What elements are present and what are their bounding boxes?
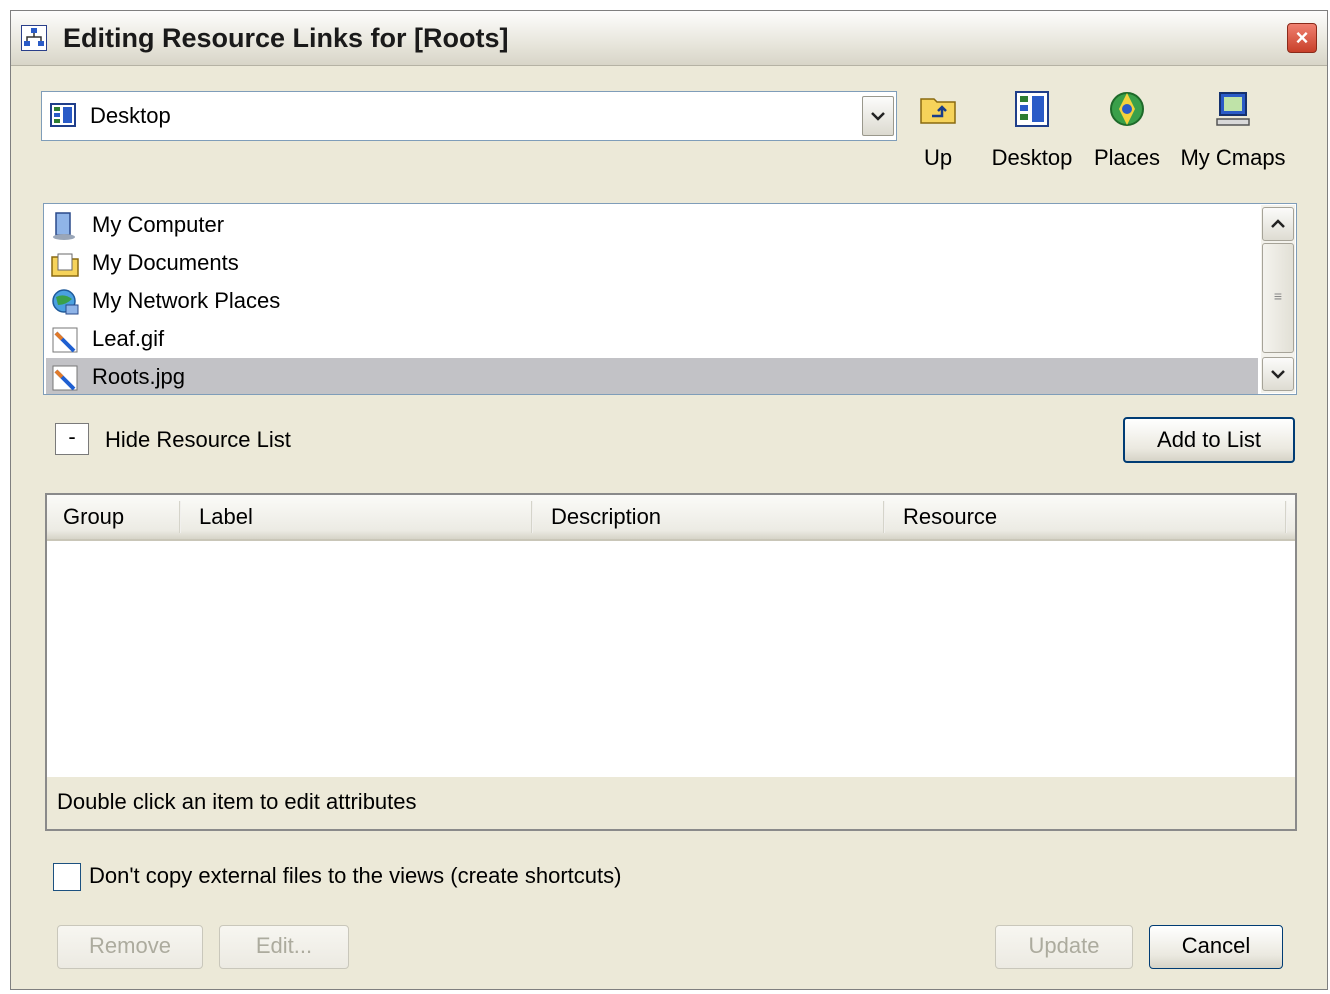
- cancel-button[interactable]: Cancel: [1149, 925, 1283, 969]
- computer-icon: [53, 212, 75, 240]
- list-item-label: Leaf.gif: [92, 326, 165, 351]
- resource-table[interactable]: Group Label Description Resource Double …: [45, 493, 1297, 831]
- close-icon: ×: [1295, 25, 1309, 50]
- desktop-icon: [50, 103, 76, 127]
- up-button[interactable]: Up: [913, 89, 963, 171]
- list-item-label: Roots.jpg: [92, 364, 185, 389]
- places-button[interactable]: Places: [1091, 89, 1163, 171]
- list-item[interactable]: My Computer: [46, 206, 1258, 244]
- dropdown-button[interactable]: [862, 96, 894, 136]
- my-cmaps-label: My Cmaps: [1180, 145, 1286, 170]
- desktop-icon: [1015, 91, 1049, 127]
- network-icon: [52, 289, 79, 315]
- add-to-list-button[interactable]: Add to List: [1123, 417, 1295, 463]
- scroll-up-button[interactable]: [1262, 207, 1294, 241]
- desktop-button[interactable]: Desktop: [987, 89, 1077, 171]
- remove-button[interactable]: Remove: [57, 925, 203, 969]
- table-header: Group Label Description Resource: [47, 495, 1295, 541]
- app-icon: [21, 25, 47, 51]
- hide-resource-list-toggle[interactable]: -: [55, 423, 89, 455]
- column-header-group[interactable]: Group: [63, 504, 124, 530]
- list-item-selected[interactable]: Roots.jpg: [46, 358, 1258, 394]
- edit-button[interactable]: Edit...: [219, 925, 349, 969]
- dialog-window: Editing Resource Links for [Roots] × Des…: [10, 10, 1328, 990]
- desktop-label: Desktop: [991, 145, 1073, 170]
- list-item-label: My Documents: [92, 250, 239, 275]
- hide-resource-list-label: Hide Resource List: [105, 427, 291, 452]
- grip-icon: ≡: [1273, 288, 1283, 304]
- computer-monitor-icon: [1216, 92, 1250, 126]
- dont-copy-files-checkbox[interactable]: [53, 863, 81, 891]
- column-divider[interactable]: [531, 501, 533, 533]
- scroll-thumb[interactable]: ≡: [1262, 243, 1294, 353]
- list-item-label: My Computer: [92, 212, 225, 237]
- scroll-down-button[interactable]: [1262, 357, 1294, 391]
- table-status-bar: Double click an item to edit attributes: [47, 777, 1295, 829]
- places-label: Places: [1093, 145, 1161, 170]
- chevron-down-icon: [871, 112, 885, 121]
- image-file-icon: [52, 327, 78, 353]
- dialog-title: Editing Resource Links for [Roots]: [63, 23, 509, 53]
- location-dropdown[interactable]: Desktop: [41, 91, 897, 141]
- column-header-description[interactable]: Description: [551, 504, 661, 530]
- documents-folder-icon: [51, 253, 79, 277]
- close-button[interactable]: ×: [1287, 23, 1317, 53]
- folder-up-icon: [920, 98, 956, 124]
- list-item[interactable]: My Network Places: [46, 282, 1258, 320]
- dont-copy-files-label[interactable]: Don't copy external files to the views (…: [89, 863, 621, 889]
- file-list[interactable]: My Computer My Documents My Network Plac…: [43, 203, 1297, 395]
- column-divider[interactable]: [179, 501, 181, 533]
- column-header-label[interactable]: Label: [199, 504, 253, 530]
- list-item[interactable]: Leaf.gif: [46, 320, 1258, 358]
- list-item-label: My Network Places: [92, 288, 281, 313]
- up-label: Up: [923, 145, 953, 170]
- chevron-down-icon: [1271, 370, 1285, 379]
- column-divider[interactable]: [1285, 501, 1287, 533]
- my-cmaps-button[interactable]: My Cmaps: [1177, 89, 1289, 171]
- chevron-up-icon: [1271, 219, 1285, 228]
- update-button[interactable]: Update: [995, 925, 1133, 969]
- vertical-scrollbar[interactable]: ≡: [1261, 205, 1295, 393]
- column-header-resource[interactable]: Resource: [903, 504, 997, 530]
- status-text: Double click an item to edit attributes: [57, 789, 417, 814]
- column-divider[interactable]: [883, 501, 885, 533]
- location-selected: Desktop: [90, 103, 171, 128]
- places-globe-icon: [1110, 92, 1144, 126]
- title-bar[interactable]: Editing Resource Links for [Roots] ×: [11, 11, 1327, 66]
- image-file-icon: [52, 365, 78, 391]
- list-item[interactable]: My Documents: [46, 244, 1258, 282]
